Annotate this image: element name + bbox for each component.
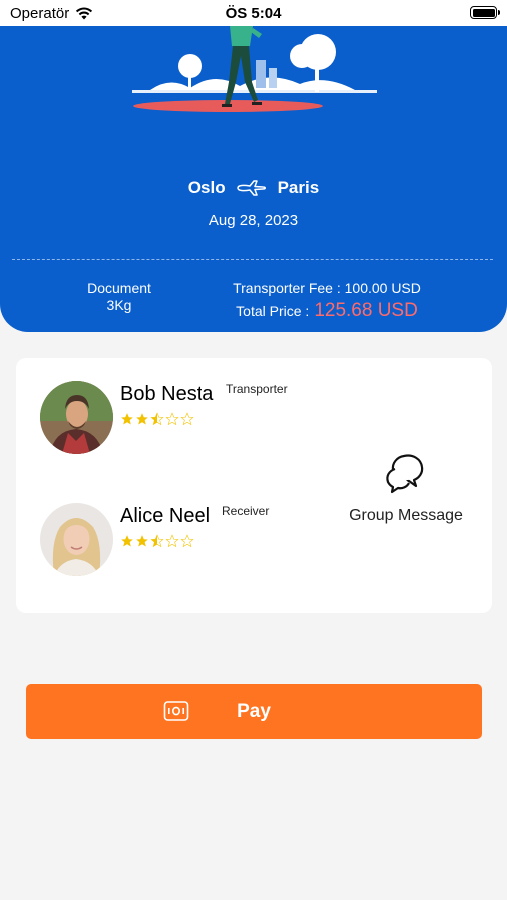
group-message-label: Group Message <box>349 507 463 524</box>
star-empty-icon <box>165 412 179 426</box>
route: Oslo Paris <box>0 178 507 198</box>
price-info: Transporter Fee : 100.00 USD Total Price… <box>212 280 442 322</box>
star-empty-icon <box>165 534 179 548</box>
star-half-icon <box>150 412 164 426</box>
pay-button[interactable]: Pay <box>26 684 482 739</box>
star-full-icon <box>136 413 148 425</box>
package-info: Document 3Kg <box>70 280 168 314</box>
trip-date: Aug 28, 2023 <box>208 212 299 229</box>
package-weight: 3Kg <box>106 297 132 313</box>
pay-label: Pay <box>237 700 271 722</box>
star-full-icon <box>121 535 133 547</box>
status-time: ÖS 5:04 <box>225 5 282 22</box>
package-type: Document <box>87 280 151 296</box>
group-message-button[interactable]: Group Message <box>336 450 476 525</box>
receiver-rating <box>120 534 194 548</box>
origin-city: Oslo <box>187 178 226 197</box>
trip-header: Oslo Paris Aug 28, 2023 Document 3Kg Tra… <box>0 26 507 332</box>
star-half-icon <box>150 534 164 548</box>
receiver-role: Receiver <box>222 504 270 518</box>
star-empty-icon <box>180 412 194 426</box>
header-divider <box>12 259 493 260</box>
transporter-rating <box>120 412 194 426</box>
transporter-name: Bob Nesta <box>120 383 214 405</box>
participants-card: Bob Nesta Transporter Alice Neel Receive… <box>16 358 492 613</box>
total-price-value: 125.68 USD <box>314 300 418 321</box>
cash-icon <box>163 701 189 721</box>
receiver-name: Alice Neel <box>120 505 211 527</box>
status-bar: Operatör ÖS 5:04 <box>0 0 507 26</box>
transporter-role: Transporter <box>226 382 288 396</box>
star-full-icon <box>121 413 133 425</box>
airplane-icon <box>236 180 266 196</box>
battery-icon <box>470 6 500 19</box>
chat-bubbles-icon <box>386 454 424 494</box>
receiver-avatar[interactable] <box>40 503 113 576</box>
transporter-fee: Transporter Fee : 100.00 USD <box>233 280 421 296</box>
total-price-label: Total Price : <box>236 303 310 319</box>
star-empty-icon <box>180 534 194 548</box>
traveler-illustration <box>132 26 377 112</box>
destination-city: Paris <box>277 178 320 197</box>
transporter-avatar[interactable] <box>40 381 113 454</box>
total-price: Total Price : 125.68 USD <box>212 300 442 322</box>
star-full-icon <box>136 535 148 547</box>
